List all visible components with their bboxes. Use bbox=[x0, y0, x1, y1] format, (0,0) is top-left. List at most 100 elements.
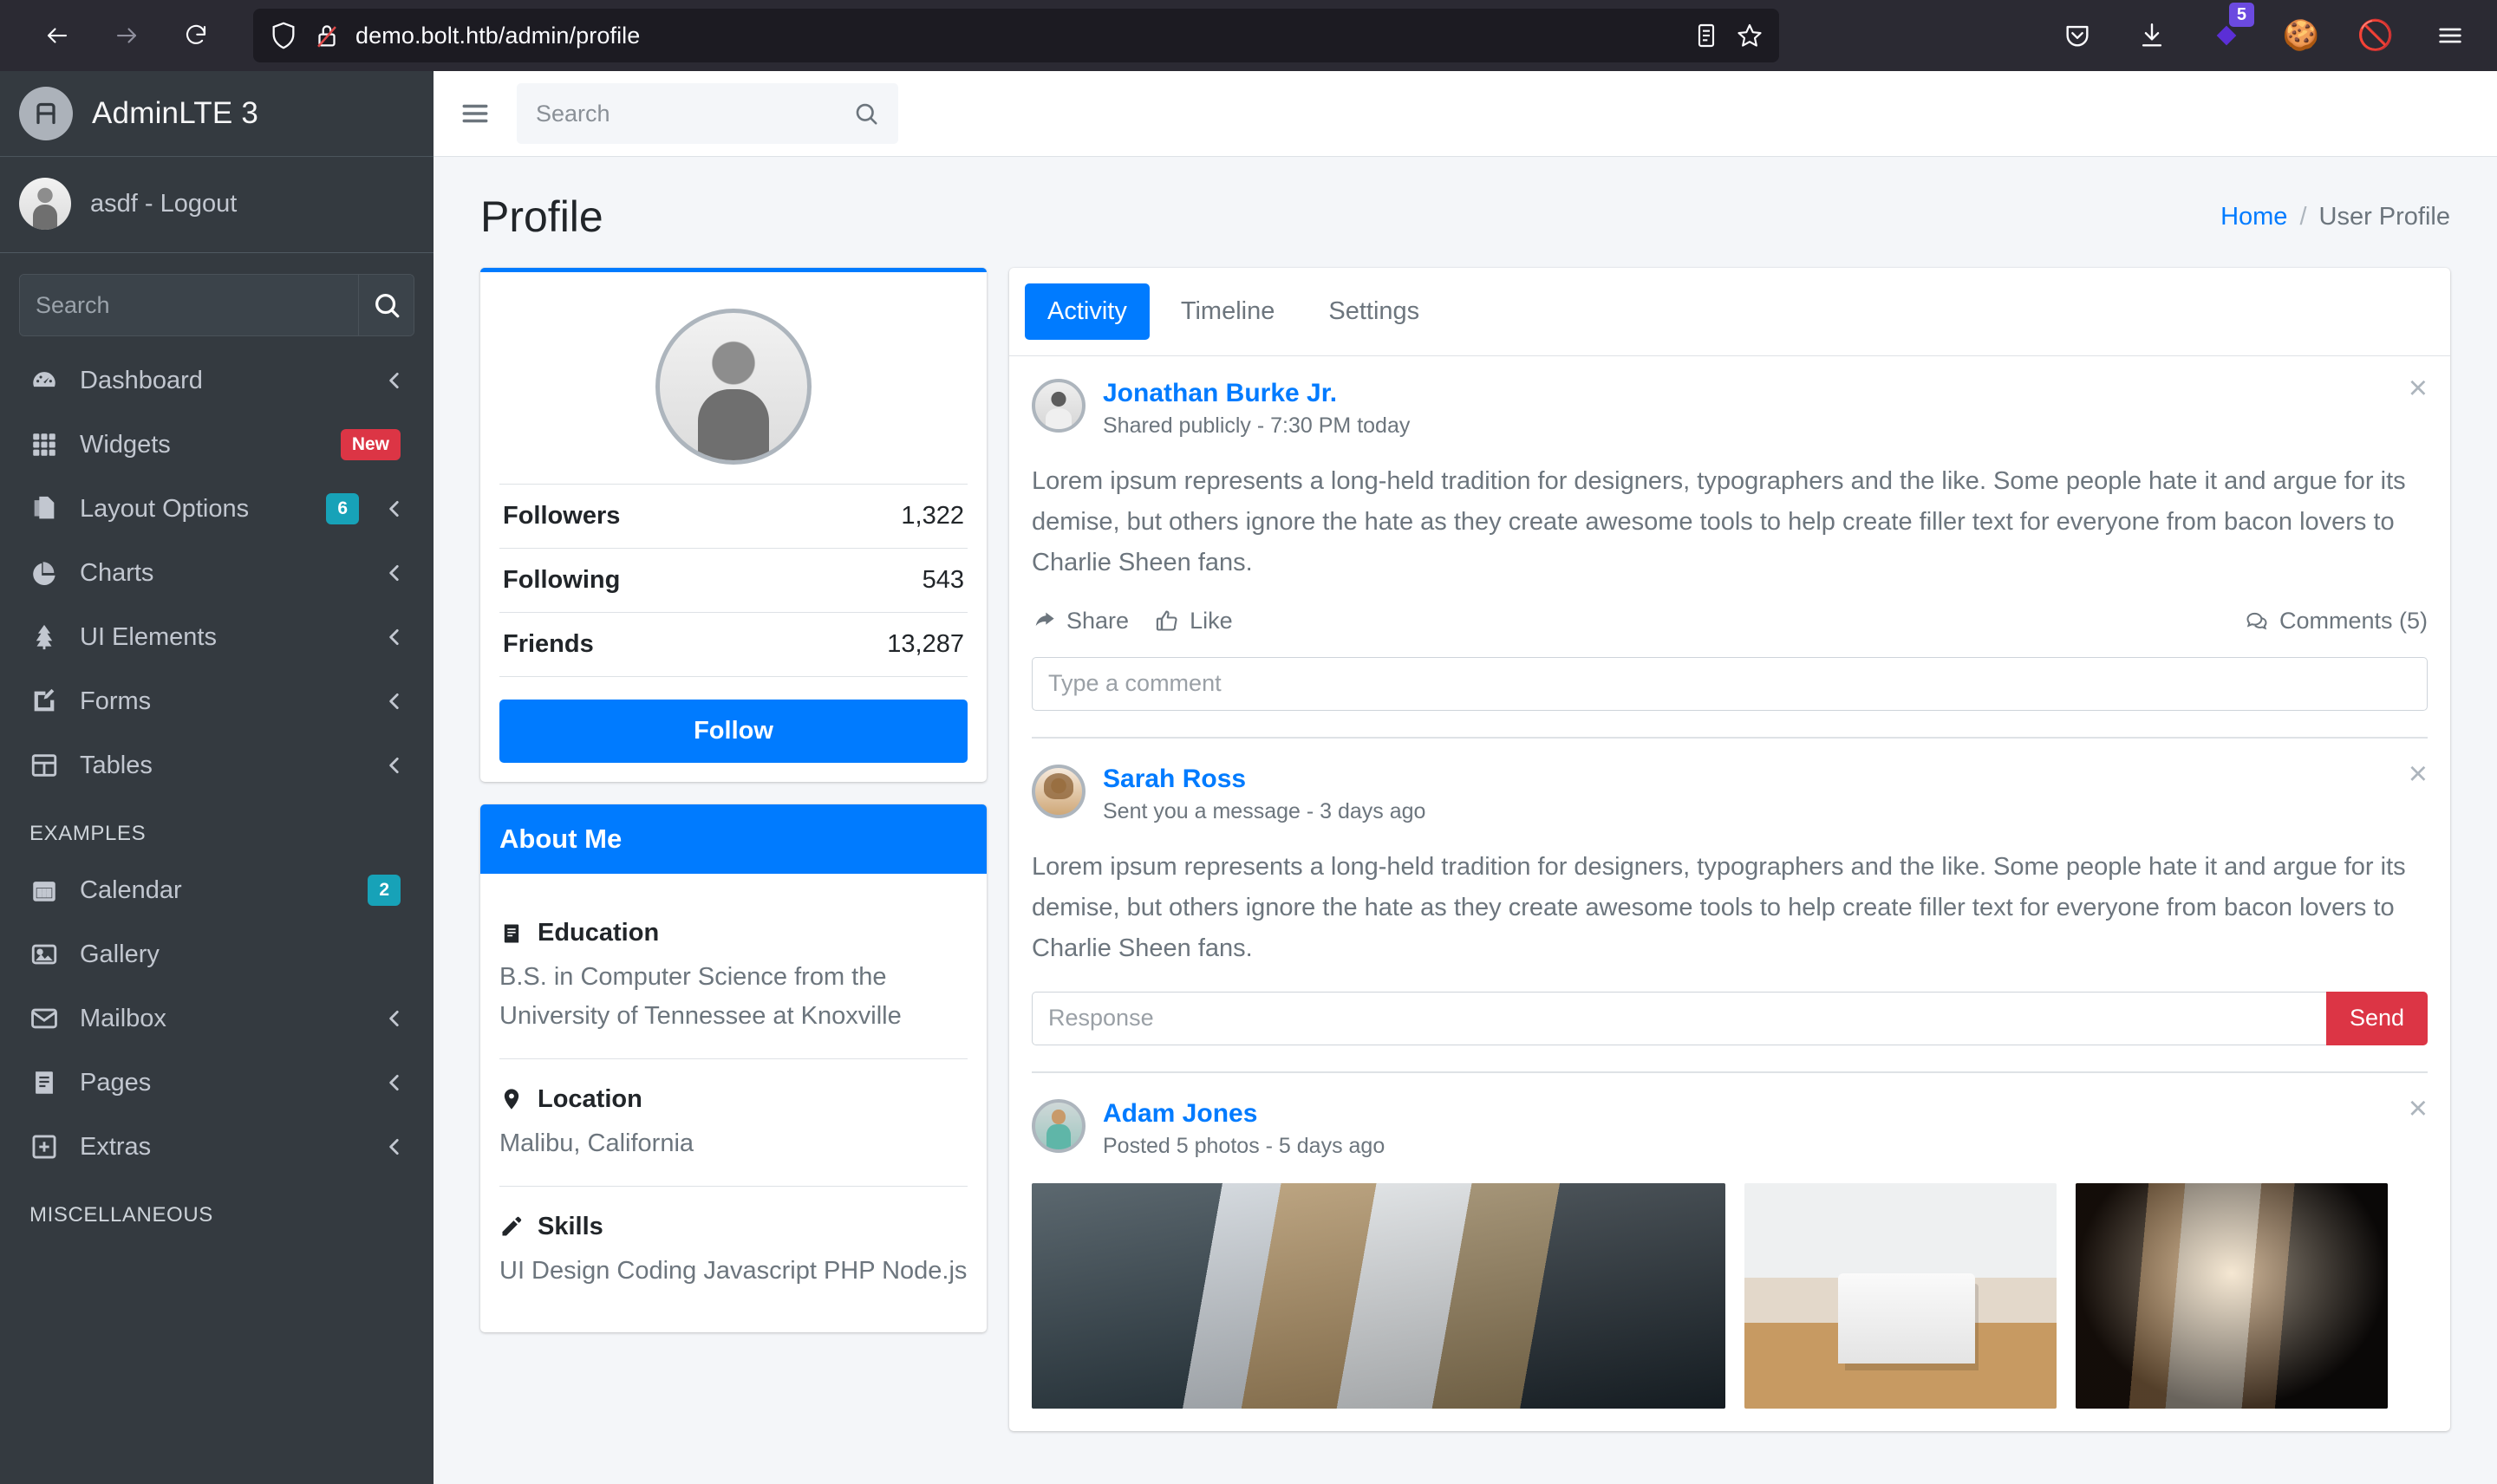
content-area: Profile Home / User Profile Followers 1,… bbox=[434, 71, 2497, 1484]
tab-settings[interactable]: Settings bbox=[1306, 283, 1442, 340]
about-section-location: Location Malibu, California bbox=[499, 1059, 968, 1163]
shield-icon[interactable] bbox=[269, 21, 298, 50]
chevron-left-icon bbox=[389, 565, 399, 581]
about-title-text: Skills bbox=[538, 1212, 603, 1240]
list-item[interactable]: Friends 13,287 bbox=[499, 612, 968, 677]
tab-timeline[interactable]: Timeline bbox=[1158, 283, 1298, 340]
send-button[interactable]: Send bbox=[2325, 991, 2428, 1045]
sidebar-search-input[interactable] bbox=[20, 275, 358, 335]
cookie-icon[interactable]: 🍪 bbox=[2282, 16, 2320, 55]
list-item[interactable]: Followers 1,322 bbox=[499, 484, 968, 548]
response-input[interactable] bbox=[1032, 991, 2326, 1045]
block-fox-icon[interactable]: 🚫 bbox=[2357, 16, 2395, 55]
url-text: demo.bolt.htb/admin/profile bbox=[355, 22, 641, 49]
copy-icon bbox=[28, 492, 61, 525]
about-section-text: UI Design Coding Javascript PHP Node.js bbox=[499, 1256, 968, 1285]
avatar bbox=[1032, 764, 1086, 818]
chevron-left-icon bbox=[389, 373, 399, 388]
reader-view-icon[interactable] bbox=[1692, 22, 1720, 49]
like-button[interactable]: Like bbox=[1155, 608, 1233, 635]
post-author-link[interactable]: Jonathan Burke Jr. bbox=[1103, 379, 1410, 408]
forward-icon[interactable] bbox=[106, 15, 147, 56]
envelope-icon bbox=[28, 1002, 61, 1035]
comment-input[interactable] bbox=[1032, 656, 2428, 711]
comments-label: Comments (5) bbox=[2279, 607, 2428, 634]
sidebar-item-forms[interactable]: Forms bbox=[10, 671, 423, 732]
sidebar-item-widgets[interactable]: Widgets New bbox=[10, 414, 423, 475]
pocket-icon[interactable] bbox=[2058, 16, 2096, 55]
list-item[interactable]: Following 543 bbox=[499, 548, 968, 612]
sidebar-item-label: Calendar bbox=[80, 875, 182, 904]
sidebar-item-dashboard[interactable]: Dashboard bbox=[10, 350, 423, 411]
lock-broken-icon[interactable] bbox=[312, 21, 342, 50]
share-button[interactable]: Share bbox=[1032, 608, 1129, 635]
sidebar-item-charts[interactable]: Charts bbox=[10, 543, 423, 603]
sidebar-item-extras[interactable]: Extras bbox=[10, 1116, 423, 1177]
chevron-left-icon bbox=[389, 1011, 399, 1026]
post-author-link[interactable]: Sarah Ross bbox=[1103, 765, 1425, 794]
search-icon[interactable] bbox=[853, 101, 879, 127]
sidebar-brand[interactable]: AdminLTE 3 bbox=[0, 71, 434, 157]
comments-icon bbox=[2246, 613, 2267, 630]
top-search[interactable] bbox=[517, 83, 898, 144]
downloads-icon[interactable] bbox=[2133, 16, 2171, 55]
reload-icon[interactable] bbox=[175, 15, 217, 56]
sidebar-toggle-icon[interactable] bbox=[456, 94, 494, 133]
breadcrumb-home-link[interactable]: Home bbox=[2220, 203, 2287, 231]
post-body-text: Lorem ipsum represents a long-held tradi… bbox=[1032, 852, 2406, 962]
chevron-left-icon bbox=[389, 501, 399, 517]
tree-icon bbox=[28, 621, 61, 654]
sidebar-item-ui-elements[interactable]: UI Elements bbox=[10, 607, 423, 667]
stat-label: Following bbox=[503, 566, 621, 594]
hamburger-menu-icon[interactable] bbox=[2431, 16, 2469, 55]
bookmark-star-icon[interactable] bbox=[1736, 22, 1764, 49]
photo-alley[interactable] bbox=[2076, 1182, 2388, 1409]
edit-icon bbox=[28, 685, 61, 718]
address-bar[interactable]: demo.bolt.htb/admin/profile bbox=[253, 9, 1779, 62]
post-header: Sarah Ross Sent you a message - 3 days a… bbox=[1032, 764, 2428, 824]
stat-label: Friends bbox=[503, 630, 594, 658]
post-sarah-ross: × Sarah Ross Sent you a message - 3 days… bbox=[1032, 758, 2428, 1045]
close-icon[interactable]: × bbox=[2409, 758, 2428, 791]
status-badge: New bbox=[340, 429, 401, 460]
sidebar-item-calendar[interactable]: Calendar 2 bbox=[10, 860, 423, 921]
profile-picture bbox=[655, 309, 812, 465]
plus-square-icon bbox=[28, 1130, 61, 1163]
post-author-link[interactable]: Adam Jones bbox=[1103, 1099, 1385, 1129]
divider bbox=[1032, 1071, 2428, 1073]
page-title: Profile bbox=[480, 192, 603, 241]
profile-column: Followers 1,322 Following 543 Friends 13… bbox=[480, 268, 987, 1355]
post-jonathan-burke: × Jonathan Burke Jr. Shared publicly - 7… bbox=[1032, 372, 2428, 711]
stat-value: 1,322 bbox=[901, 502, 964, 530]
chevron-left-icon bbox=[389, 1075, 399, 1090]
back-icon[interactable] bbox=[36, 15, 78, 56]
content-row: Followers 1,322 Following 543 Friends 13… bbox=[434, 268, 2497, 1431]
photo-dining-room[interactable] bbox=[1744, 1182, 2057, 1409]
page-header: Profile Home / User Profile bbox=[434, 157, 2497, 268]
search-icon[interactable] bbox=[358, 275, 414, 335]
sidebar-item-layout-options[interactable]: Layout Options 6 bbox=[10, 478, 423, 539]
extension-icon[interactable]: 5 bbox=[2207, 3, 2254, 55]
sidebar-item-label: Layout Options bbox=[80, 494, 250, 523]
sidebar-item-pages[interactable]: Pages bbox=[10, 1052, 423, 1113]
photo-gallery bbox=[1032, 1182, 2428, 1409]
share-label: Share bbox=[1066, 607, 1130, 634]
close-icon[interactable]: × bbox=[2409, 372, 2428, 405]
about-section-education: Education B.S. in Computer Science from … bbox=[499, 893, 968, 1036]
sidebar-item-gallery[interactable]: Gallery bbox=[10, 924, 423, 985]
about-section-title: Skills bbox=[499, 1213, 968, 1241]
close-icon[interactable]: × bbox=[2409, 1092, 2428, 1125]
sidebar-user-panel[interactable]: asdf - Logout bbox=[0, 157, 434, 253]
breadcrumb-separator: / bbox=[2299, 202, 2307, 231]
photo-street[interactable] bbox=[1032, 1182, 1725, 1409]
sidebar-search[interactable] bbox=[19, 274, 414, 336]
comments-button[interactable]: Comments (5) bbox=[2245, 608, 2428, 635]
sidebar-item-tables[interactable]: Tables bbox=[10, 735, 423, 796]
search-input[interactable] bbox=[536, 100, 853, 127]
chevron-left-icon bbox=[389, 1139, 399, 1155]
stat-value: 13,287 bbox=[887, 630, 964, 658]
sidebar-item-mailbox[interactable]: Mailbox bbox=[10, 988, 423, 1049]
tab-activity[interactable]: Activity bbox=[1025, 283, 1150, 340]
follow-button[interactable]: Follow bbox=[499, 700, 968, 763]
sidebar: AdminLTE 3 asdf - Logout Dashboard Widge… bbox=[0, 71, 434, 1484]
